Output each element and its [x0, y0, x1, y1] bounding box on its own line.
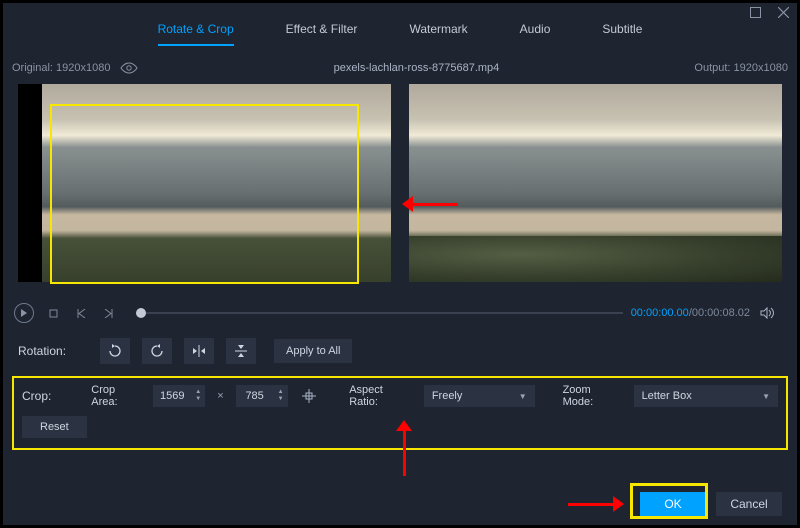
crop-area-label: Crop Area:: [91, 384, 143, 408]
ok-button[interactable]: OK: [640, 492, 706, 516]
tab-rotate-crop[interactable]: Rotate & Crop: [158, 22, 234, 46]
rotate-left-button[interactable]: [100, 338, 130, 364]
output-resolution-label: Output: 1920x1080: [694, 62, 788, 74]
tab-bar: Rotate & Crop Effect & Filter Watermark …: [0, 0, 800, 46]
timeline-playhead[interactable]: [136, 308, 146, 318]
crop-label: Crop:: [22, 389, 81, 403]
crop-selection-rect[interactable]: [50, 104, 359, 284]
crop-height-up[interactable]: ▲: [278, 389, 284, 396]
preview-eye-icon[interactable]: [120, 62, 138, 74]
tab-subtitle[interactable]: Subtitle: [602, 22, 642, 46]
cancel-button[interactable]: Cancel: [716, 492, 782, 516]
next-frame-button[interactable]: [100, 304, 118, 322]
annotation-arrow-right: [568, 496, 624, 512]
flip-horizontal-button[interactable]: [184, 338, 214, 364]
dialog-footer: OK Cancel: [640, 492, 782, 516]
window-maximize-icon[interactable]: [748, 5, 762, 19]
crop-position-button[interactable]: [298, 385, 322, 407]
rotate-right-button[interactable]: [142, 338, 172, 364]
reset-button[interactable]: Reset: [22, 416, 87, 438]
rotation-label: Rotation:: [18, 344, 88, 358]
window-close-icon[interactable]: [776, 5, 790, 19]
chevron-down-icon: ▼: [762, 392, 770, 401]
flip-vertical-button[interactable]: [226, 338, 256, 364]
original-preview[interactable]: [18, 84, 391, 282]
tab-audio[interactable]: Audio: [520, 22, 551, 46]
rotation-row: Rotation: Apply to All: [0, 324, 800, 364]
volume-icon[interactable]: [758, 304, 776, 322]
crop-width-up[interactable]: ▲: [195, 389, 201, 396]
prev-frame-button[interactable]: [72, 304, 90, 322]
aspect-ratio-select[interactable]: Freely▼: [424, 385, 535, 407]
play-button[interactable]: [14, 303, 34, 323]
window-controls: [748, 5, 790, 19]
crop-section-highlight: Crop: Crop Area: 1569 ▲▼ × 785 ▲▼ Aspect…: [12, 376, 788, 450]
zoom-mode-label: Zoom Mode:: [563, 384, 624, 408]
time-display: 00:00:00.00/00:00:08.02: [631, 307, 750, 319]
crop-width-down[interactable]: ▼: [195, 396, 201, 403]
zoom-mode-select[interactable]: Letter Box▼: [634, 385, 778, 407]
output-preview-image: [409, 84, 782, 282]
file-name: pexels-lachlan-ross-8775687.mp4: [334, 62, 500, 74]
stop-button[interactable]: [44, 304, 62, 322]
crop-height-input[interactable]: 785 ▲▼: [236, 385, 288, 407]
transport-bar: 00:00:00.00/00:00:08.02: [14, 302, 786, 324]
info-bar: Original: 1920x1080 pexels-lachlan-ross-…: [0, 58, 800, 78]
timeline-track[interactable]: [136, 312, 623, 314]
original-resolution-label: Original: 1920x1080: [12, 62, 110, 74]
aspect-ratio-label: Aspect Ratio:: [349, 384, 414, 408]
crop-width-input[interactable]: 1569 ▲▼: [153, 385, 205, 407]
output-preview: [409, 84, 782, 282]
apply-to-all-button[interactable]: Apply to All: [274, 339, 352, 363]
crop-multiply-icon: ×: [215, 390, 225, 402]
tab-effect-filter[interactable]: Effect & Filter: [286, 22, 358, 46]
crop-height-down[interactable]: ▼: [278, 396, 284, 403]
tab-watermark[interactable]: Watermark: [409, 22, 467, 46]
chevron-down-icon: ▼: [519, 392, 527, 401]
